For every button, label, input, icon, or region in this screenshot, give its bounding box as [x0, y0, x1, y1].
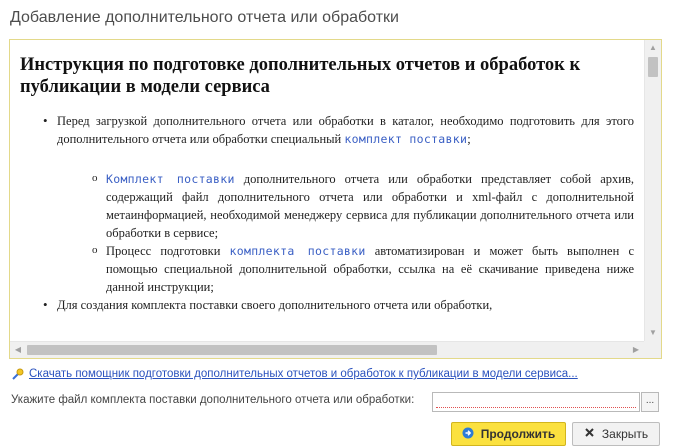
- horizontal-scroll-thumb[interactable]: [27, 345, 437, 355]
- helper-download-row: Скачать помощник подготовки дополнительн…: [11, 367, 578, 381]
- bullet-2-text: Для создания комплекта поставки своего д…: [57, 298, 493, 312]
- scroll-up-icon[interactable]: ▲: [645, 40, 661, 56]
- delivery-kit-link-2[interactable]: Комплект поставки: [106, 172, 235, 186]
- download-helper-icon: [11, 367, 25, 381]
- instruction-heading: Инструкция по подготовке дополнительных …: [20, 55, 581, 97]
- scroll-down-icon[interactable]: ▼: [645, 325, 661, 341]
- vertical-scrollbar[interactable]: ▲ ▼: [644, 40, 661, 341]
- close-button[interactable]: Закрыть: [572, 422, 660, 446]
- scrollbar-corner: [644, 341, 661, 358]
- instruction-list: Перед загрузкой дополнительного отчета и…: [20, 112, 634, 314]
- required-underline: [436, 407, 636, 408]
- instruction-document: Инструкция по подготовке дополнительных …: [10, 40, 644, 341]
- scroll-left-icon[interactable]: ◀: [10, 342, 26, 358]
- instruction-frame: Инструкция по подготовке дополнительных …: [9, 39, 662, 359]
- scroll-right-icon[interactable]: ▶: [628, 342, 644, 358]
- instruction-bullet-2: Для создания комплекта поставки своего д…: [20, 296, 634, 314]
- file-path-input[interactable]: [432, 392, 640, 412]
- download-helper-link[interactable]: Скачать помощник подготовки дополнительн…: [29, 368, 578, 380]
- bullet-1-end: ;: [467, 132, 471, 146]
- instruction-subitem-1: Комплект поставки дополнительного отчета…: [20, 169, 634, 242]
- arrow-right-icon: [462, 427, 474, 442]
- close-label: Закрыть: [601, 427, 649, 441]
- delivery-kit-link-1[interactable]: комплект поставки: [344, 132, 467, 146]
- list-spacer: [20, 148, 634, 170]
- file-field-label: Укажите файл комплекта поставки дополнит…: [11, 394, 415, 406]
- window-title: Добавление дополнительного отчета или об…: [10, 9, 399, 26]
- continue-button[interactable]: Продолжить: [451, 422, 566, 446]
- continue-label: Продолжить: [480, 427, 556, 441]
- vertical-scroll-thumb[interactable]: [648, 57, 658, 77]
- close-x-icon: [584, 427, 595, 441]
- instruction-subitem-2: Процесс подготовки комплекта поставки ав…: [20, 241, 634, 296]
- horizontal-scrollbar[interactable]: ◀ ▶: [10, 341, 644, 358]
- delivery-kit-link-3[interactable]: комплекта поставки: [230, 244, 366, 258]
- select-file-button[interactable]: ...: [641, 392, 659, 412]
- instruction-bullet-1: Перед загрузкой дополнительного отчета и…: [20, 112, 634, 148]
- subitem-2-text-a: Процесс подготовки: [106, 244, 230, 258]
